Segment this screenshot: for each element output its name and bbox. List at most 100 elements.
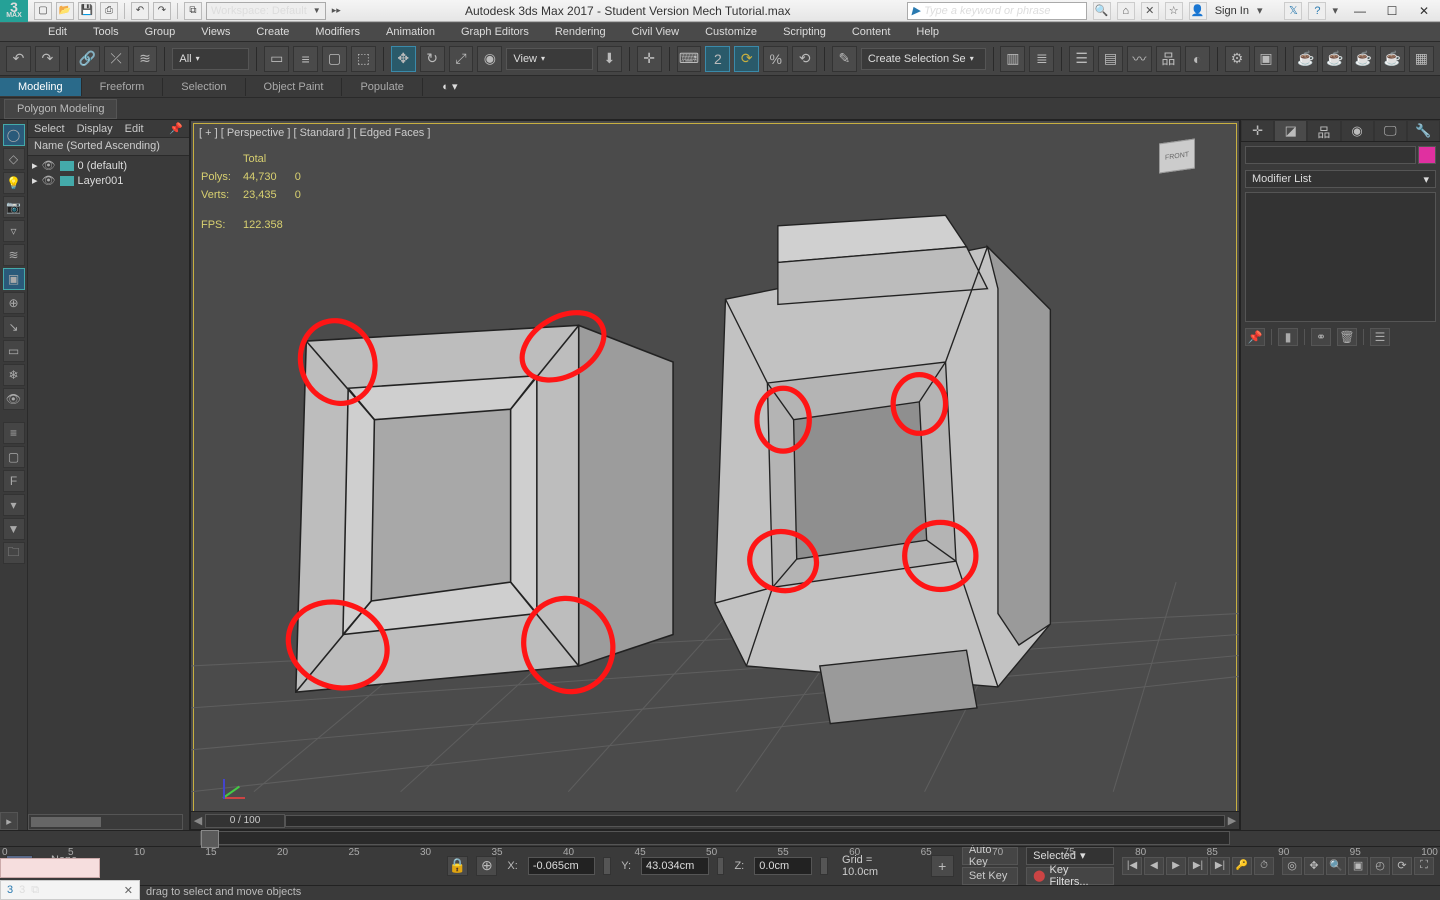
percent-snap-icon[interactable]: % xyxy=(763,46,788,72)
named-selection-dropdown[interactable]: Create Selection Se▾ xyxy=(861,48,986,70)
use-pivot-center-icon[interactable]: ⬇ xyxy=(597,46,622,72)
rendered-frame-icon[interactable]: ▣ xyxy=(1254,46,1279,72)
render-activeshade-icon[interactable]: ☕ xyxy=(1351,46,1376,72)
menu-views[interactable]: Views xyxy=(189,24,242,40)
select-and-place-icon[interactable]: ◉ xyxy=(477,46,502,72)
material-editor-icon[interactable]: ◐ xyxy=(1185,46,1210,72)
time-slider-marker[interactable] xyxy=(201,830,219,848)
ribbon-minimize-icon[interactable]: ◐ ▾ xyxy=(437,78,463,96)
set-key-button[interactable]: Set Key xyxy=(962,867,1018,885)
se-menu-edit[interactable]: Edit xyxy=(125,123,144,135)
select-object-icon[interactable]: ▭ xyxy=(264,46,289,72)
undo-icon[interactable]: ↶ xyxy=(6,46,31,72)
tab-utilities-icon[interactable]: 🔧 xyxy=(1407,120,1440,141)
tree-row-layer001[interactable]: ▸ 👁 Layer001 xyxy=(30,173,187,188)
se-filter-icon[interactable]: ▼ xyxy=(3,518,25,540)
disp-containers-icon[interactable]: ▭ xyxy=(3,340,25,362)
modifier-stack[interactable] xyxy=(1245,192,1436,322)
se-references-icon[interactable]: F xyxy=(3,470,25,492)
edit-named-sel-icon[interactable]: ✎ xyxy=(832,46,857,72)
se-hierarchy-icon[interactable]: ▢ xyxy=(3,446,25,468)
ribbon-tab-freeform[interactable]: Freeform xyxy=(82,78,164,96)
layer-explorer-icon[interactable]: ☰ xyxy=(1069,46,1094,72)
qat-redo-icon[interactable]: ↷ xyxy=(153,2,171,20)
ribbon-tab-populate[interactable]: Populate xyxy=(342,78,422,96)
menu-grapheditors[interactable]: Graph Editors xyxy=(449,24,541,40)
tab-display-icon[interactable]: 🖵 xyxy=(1374,120,1407,141)
spinner-snap-icon[interactable]: ⟲ xyxy=(792,46,817,72)
expand-icon[interactable]: ▸ xyxy=(32,159,38,172)
key-filters-button[interactable]: ⬤Key Filters... xyxy=(1026,867,1114,885)
qat-undo-icon[interactable]: ↶ xyxy=(131,2,149,20)
qat-open-icon[interactable]: 📂 xyxy=(56,2,74,20)
workspace-dropdown[interactable]: Workspace: Default ▼ xyxy=(206,2,326,20)
timeline-track[interactable] xyxy=(285,815,1225,827)
disp-frozen-icon[interactable]: ❄ xyxy=(3,364,25,386)
favorites-icon[interactable]: ☆ xyxy=(1165,2,1183,20)
disp-geometry-icon[interactable]: ◯ xyxy=(3,124,25,146)
configure-sets-icon[interactable]: ☰ xyxy=(1370,328,1390,346)
snaps-toggle-2d-icon[interactable]: 2 xyxy=(705,46,730,72)
select-manipulate-icon[interactable]: ✛ xyxy=(637,46,662,72)
redo-icon[interactable]: ↷ xyxy=(35,46,60,72)
menu-modifiers[interactable]: Modifiers xyxy=(303,24,372,40)
show-end-result-icon[interactable]: ▮ xyxy=(1278,328,1298,346)
menu-rendering[interactable]: Rendering xyxy=(543,24,618,40)
expand-icon[interactable]: ▸ xyxy=(32,174,38,187)
app-logo[interactable]: 3MAX xyxy=(0,0,28,22)
select-and-move-icon[interactable]: ✥ xyxy=(391,46,416,72)
remove-modifier-icon[interactable]: 🗑 xyxy=(1337,328,1357,346)
pin-icon[interactable]: 📌 xyxy=(169,122,183,135)
menu-customize[interactable]: Customize xyxy=(693,24,769,40)
signin-icon[interactable]: 👤 xyxy=(1189,2,1207,20)
render-setup-icon[interactable]: ⚙ xyxy=(1225,46,1250,72)
disp-xrefs-icon[interactable]: ⊕ xyxy=(3,292,25,314)
ribbon-tab-objectpaint[interactable]: Object Paint xyxy=(246,78,343,96)
qat-overflow-icon[interactable]: ▸▸ xyxy=(330,5,343,16)
scene-explorer-column-header[interactable]: Name (Sorted Ascending) xyxy=(28,138,189,156)
mirror-icon[interactable]: ▥ xyxy=(1000,46,1025,72)
disp-lights-icon[interactable]: 💡 xyxy=(3,172,25,194)
tab-hierarchy-icon[interactable]: 品 xyxy=(1307,120,1340,141)
disp-shapes-icon[interactable]: ◇ xyxy=(3,148,25,170)
help-icon[interactable]: ? xyxy=(1308,2,1326,20)
infocenter-search-input[interactable]: ▶ Type a keyword or phrase xyxy=(907,2,1087,20)
tab-create-icon[interactable]: ✛ xyxy=(1241,120,1274,141)
pin-stack-icon[interactable]: 📌 xyxy=(1245,328,1265,346)
align-icon[interactable]: ≣ xyxy=(1029,46,1054,72)
se-container-icon[interactable]: 🗀 xyxy=(3,542,25,564)
make-unique-icon[interactable]: ⚭ xyxy=(1311,328,1331,346)
menu-edit[interactable]: Edit xyxy=(36,24,79,40)
time-ruler[interactable]: ⟳ 05101520253035404550556065707580859095… xyxy=(0,831,1440,847)
schematic-view-icon[interactable]: 品 xyxy=(1156,46,1181,72)
se-layers-icon[interactable]: ▾ xyxy=(3,494,25,516)
maxscript-mini-listener[interactable] xyxy=(0,858,100,878)
document-tab-pin-icon[interactable]: ⧉ xyxy=(31,884,39,897)
ribbon-panel-polygonmodeling[interactable]: Polygon Modeling xyxy=(4,99,117,119)
select-by-name-icon[interactable]: ≡ xyxy=(293,46,318,72)
select-and-rotate-icon[interactable]: ↻ xyxy=(420,46,445,72)
se-list-icon[interactable]: ≡ xyxy=(3,422,25,444)
disp-hidden-icon[interactable]: 👁 xyxy=(3,388,25,410)
keyboard-shortcut-icon[interactable]: ⌨ xyxy=(677,46,702,72)
toggle-ribbon-icon[interactable]: ▤ xyxy=(1098,46,1123,72)
viewport[interactable]: [ + ] [ Perspective ] [ Standard ] [ Edg… xyxy=(190,120,1240,830)
disp-spacewarps-icon[interactable]: ≋ xyxy=(3,244,25,266)
se-menu-display[interactable]: Display xyxy=(77,123,113,135)
infocenter-search-icon[interactable]: 🔍 xyxy=(1093,2,1111,20)
menu-animation[interactable]: Animation xyxy=(374,24,447,40)
scene-explorer-hscrollbar[interactable] xyxy=(28,814,183,830)
render-preset-icon[interactable]: ▦ xyxy=(1409,46,1434,72)
disp-groups-icon[interactable]: ▣ xyxy=(3,268,25,290)
render-cloud-icon[interactable]: ☕ xyxy=(1380,46,1405,72)
unlink-icon[interactable]: ⤫ xyxy=(104,46,129,72)
window-maximize-button[interactable]: ☐ xyxy=(1376,0,1408,22)
window-crossing-icon[interactable]: ⬚ xyxy=(351,46,376,72)
menu-content[interactable]: Content xyxy=(840,24,903,40)
selection-filter-dropdown[interactable]: All▾ xyxy=(172,48,249,70)
ref-coord-dropdown[interactable]: View▾ xyxy=(506,48,593,70)
tab-motion-icon[interactable]: ◉ xyxy=(1341,120,1374,141)
qat-save-icon[interactable]: 💾 xyxy=(78,2,96,20)
document-tab[interactable]: 3 3 ⧉ ✕ xyxy=(0,880,140,900)
select-and-scale-icon[interactable]: ⤢ xyxy=(449,46,474,72)
